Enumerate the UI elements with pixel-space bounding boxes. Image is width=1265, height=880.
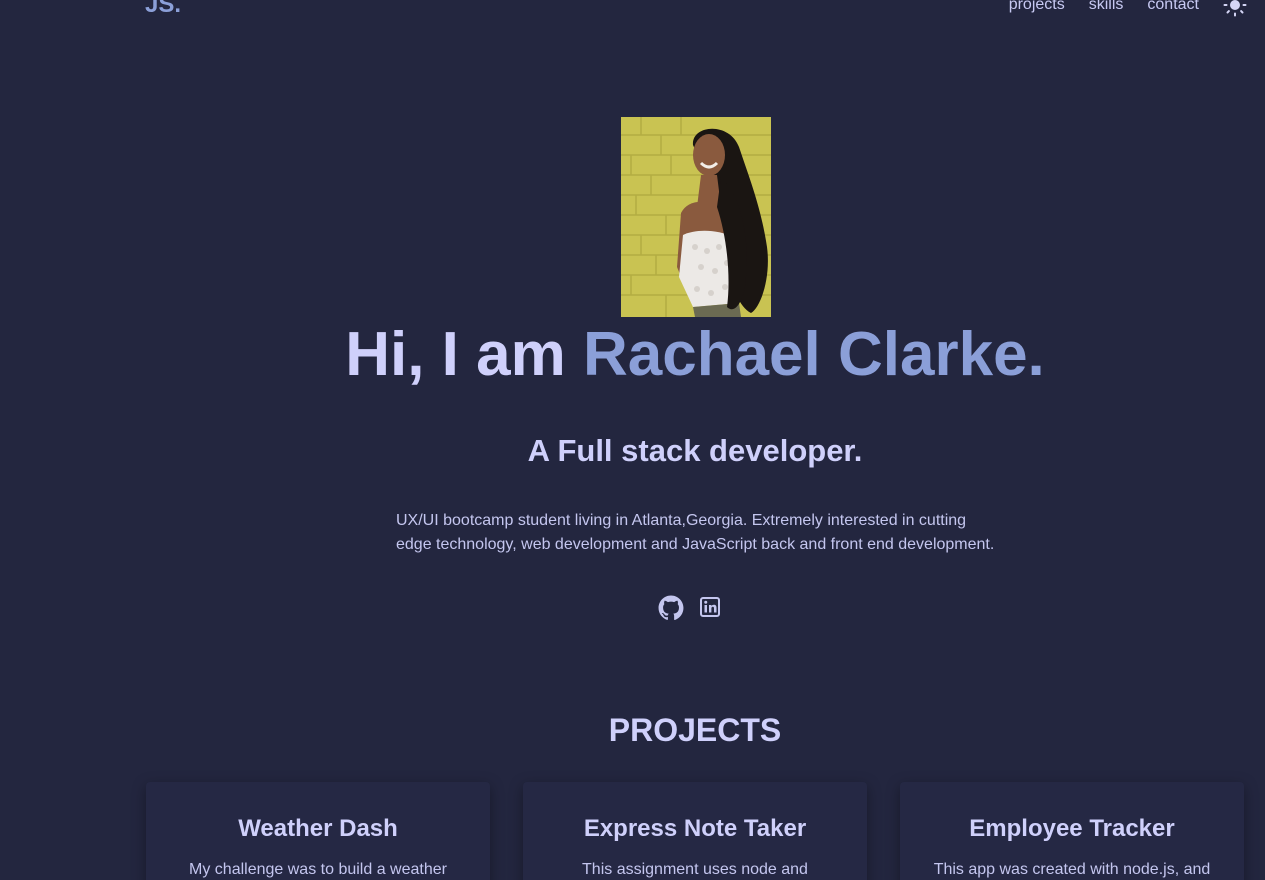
project-description: This assignment uses node and — [582, 861, 808, 878]
social-links — [658, 595, 722, 621]
project-title: Employee Tracker — [969, 815, 1175, 842]
linkedin-link[interactable] — [698, 595, 722, 619]
hero-greeting: Hi, I am — [345, 320, 583, 389]
theme-toggle-button[interactable] — [1223, 0, 1247, 17]
github-link[interactable] — [658, 595, 684, 621]
profile-photo — [621, 117, 771, 317]
project-title: Express Note Taker — [583, 815, 807, 842]
hero-role: A Full stack developer. — [527, 433, 863, 468]
logo[interactable]: JS. — [145, 0, 181, 19]
project-description: My challenge was to build a weather — [189, 861, 447, 878]
hero-about: UX/UI bootcamp student living in Atlanta… — [396, 512, 995, 553]
sun-icon — [1223, 0, 1247, 17]
project-title: Weather Dash — [238, 815, 398, 842]
hero-name: Rachael Clarke. — [582, 320, 1045, 389]
project-card-employee-tracker[interactable]: Employee Tracker This app was created wi… — [900, 782, 1244, 880]
github-icon — [658, 595, 684, 621]
project-card-express-note-taker[interactable]: Express Note Taker This assignment uses … — [523, 782, 867, 880]
portfolio-page: JS. projects skills contact Hi, I am Rac… — [0, 0, 1265, 880]
main-nav: projects skills contact — [1009, 0, 1247, 17]
project-description: This app was created with node.js, and — [933, 861, 1211, 878]
nav-link-skills[interactable]: skills — [1089, 0, 1124, 17]
project-card-weather-dash[interactable]: Weather Dash My challenge was to build a… — [146, 782, 490, 880]
projects-heading: PROJECTS — [608, 712, 782, 748]
nav-link-contact[interactable]: contact — [1147, 0, 1199, 17]
hero-title: Hi, I am Rachael Clarke. — [0, 320, 1265, 390]
nav-link-projects[interactable]: projects — [1009, 0, 1065, 17]
linkedin-icon — [700, 597, 720, 617]
